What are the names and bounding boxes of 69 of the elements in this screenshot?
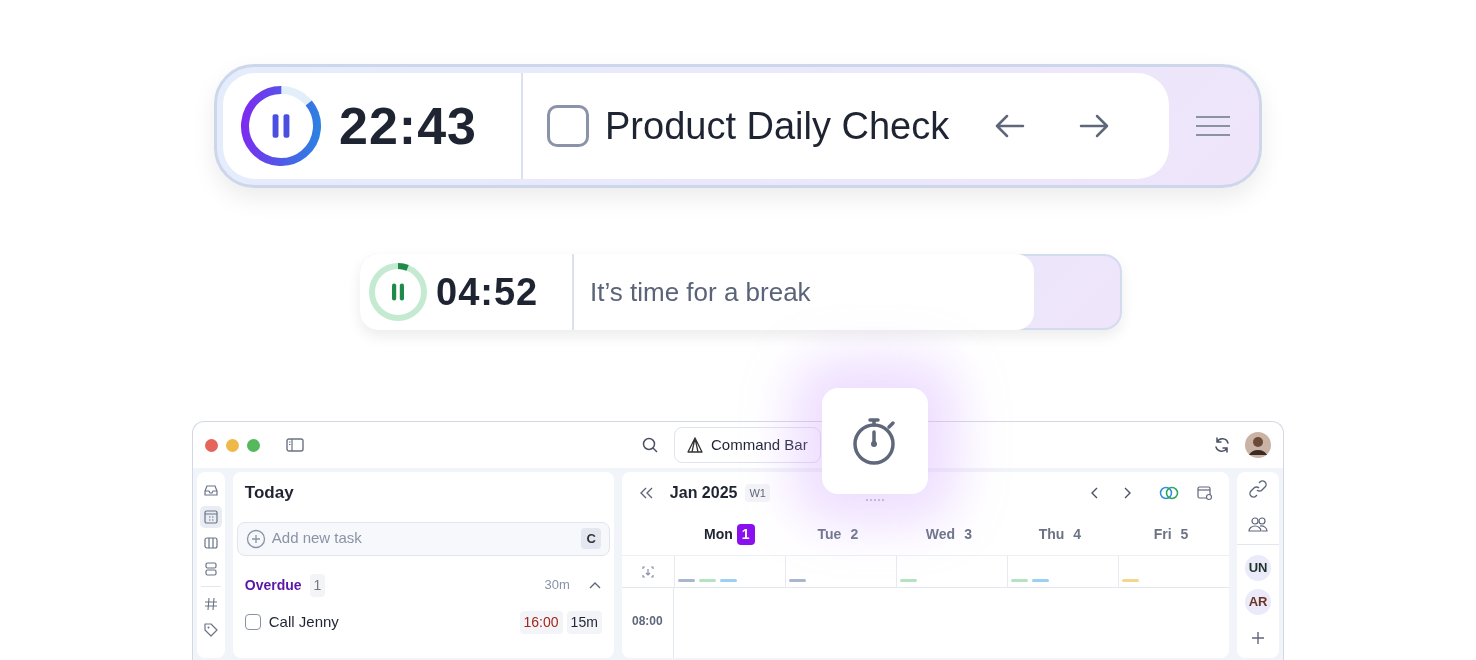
event-marker[interactable]	[698, 579, 716, 582]
day-number: 3	[963, 525, 973, 544]
day-number: 5	[1179, 525, 1190, 544]
timer-ring	[368, 262, 428, 322]
add-icon[interactable]	[1251, 631, 1265, 645]
tag-icon	[202, 622, 219, 638]
event-marker[interactable]	[899, 579, 917, 582]
timer-popup[interactable]	[822, 388, 928, 494]
event-marker[interactable]	[719, 579, 737, 582]
hashtag-icon	[202, 596, 219, 612]
event-marker[interactable]	[677, 579, 695, 582]
search-icon[interactable]	[642, 437, 658, 453]
triangle-icon	[687, 437, 703, 453]
event-marker[interactable]	[1121, 579, 1139, 582]
day-name: Mon	[704, 526, 733, 542]
rows-icon	[202, 561, 219, 577]
window-control[interactable]	[205, 438, 218, 452]
task-name: Call Jenny	[268, 611, 339, 632]
member-avatar[interactable]: AR	[1245, 589, 1271, 615]
section-title: Overdue	[244, 575, 302, 595]
panel-title: Today	[243, 482, 295, 504]
time-label: 08:00	[630, 613, 664, 630]
day-name: Fri	[1153, 526, 1172, 542]
member-avatar[interactable]: UN	[1245, 555, 1271, 581]
event-marker[interactable]	[788, 579, 806, 582]
day-name: Wed	[925, 526, 956, 542]
event-marker[interactable]	[1031, 579, 1049, 582]
break-message: It’s time for a break	[590, 275, 811, 309]
next-icon[interactable]	[1123, 486, 1133, 500]
day-number: 1	[736, 524, 755, 545]
people-icon[interactable]	[1248, 516, 1268, 532]
menu-icon[interactable]	[1195, 115, 1231, 137]
link-icon[interactable]	[1249, 480, 1267, 498]
avatar[interactable]	[1245, 432, 1271, 458]
command-bar-button[interactable]: Command Bar	[674, 426, 821, 464]
timer-time: 04:52	[436, 269, 539, 315]
window-control[interactable]	[247, 438, 260, 452]
task-count: 1	[309, 573, 326, 597]
calendar-settings-icon[interactable]	[1197, 485, 1213, 501]
task-checkbox[interactable]	[547, 105, 589, 147]
section-duration: 30m	[544, 576, 570, 595]
task-checkbox[interactable]	[244, 614, 261, 630]
collapse-chevron-icon[interactable]	[587, 580, 602, 590]
event-marker[interactable]	[1010, 579, 1028, 582]
shortcut-key: C	[581, 527, 601, 550]
previous-icon[interactable]	[1089, 486, 1099, 500]
columns-icon	[202, 535, 219, 551]
inbox-icon	[202, 483, 219, 499]
sidebar-toggle-icon[interactable]	[286, 438, 304, 452]
drag-handle-icon[interactable]	[865, 498, 885, 502]
day-number: 2	[849, 525, 860, 544]
week-badge: W1	[745, 483, 770, 503]
nav-item[interactable]	[199, 506, 222, 528]
task-time: 16:00	[519, 610, 563, 634]
add-task-field[interactable]: Add new task C	[236, 521, 610, 556]
task-duration: 15m	[566, 610, 602, 634]
timer-time: 22:43	[339, 96, 477, 157]
task-title: Product Daily Check	[605, 103, 950, 149]
day-name: Tue	[817, 526, 842, 542]
sync-icon[interactable]	[1213, 436, 1231, 454]
compress-icon[interactable]	[639, 563, 656, 580]
day-name: Thu	[1038, 526, 1065, 542]
day-number: 4	[1072, 525, 1083, 544]
calendar-icon	[202, 509, 219, 525]
plus-circle-icon	[245, 528, 266, 549]
month-title: Jan 2025	[669, 483, 738, 503]
window-control[interactable]	[226, 438, 239, 452]
add-task-input[interactable]: Add new task	[269, 526, 582, 551]
overlap-circles-icon[interactable]	[1159, 486, 1179, 500]
